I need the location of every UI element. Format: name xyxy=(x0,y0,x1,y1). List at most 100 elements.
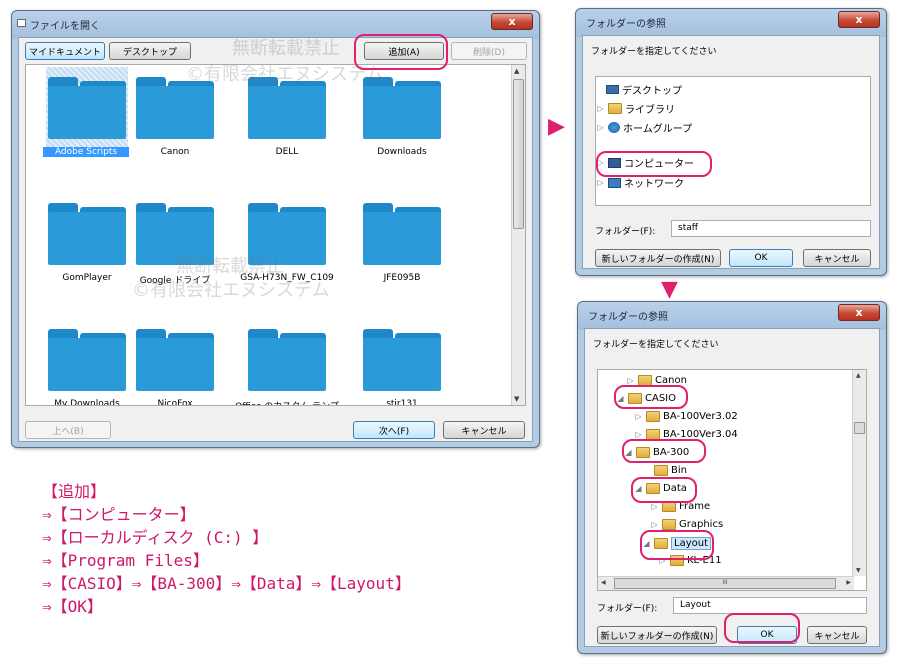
scroll-up-arrow[interactable]: ▲ xyxy=(856,372,861,379)
tree-item-label: Graphics xyxy=(679,519,724,530)
title-bar: フォルダーの参照 x xyxy=(576,9,886,35)
folder-label: Canon xyxy=(160,147,190,157)
layout-highlight xyxy=(640,530,714,560)
network-icon xyxy=(608,177,621,188)
scroll-thumb[interactable] xyxy=(513,79,524,229)
expand-icon[interactable]: ▷ xyxy=(634,430,643,439)
title-bar: フォルダーの参照 x xyxy=(578,302,886,328)
tree-item-label: ライブラリ xyxy=(625,105,675,116)
tree-item-label: BA-100Ver3.02 xyxy=(663,411,738,422)
new-folder-button[interactable]: 新しいフォルダーの作成(N) xyxy=(595,249,721,267)
tree-item-network[interactable]: ▷ ネットワーク xyxy=(596,175,684,190)
folder-label: stir131 xyxy=(386,399,418,406)
folder-label: DELL xyxy=(275,147,299,157)
place-my-documents-button[interactable]: マイドキュメント xyxy=(25,42,105,60)
folder-icon xyxy=(654,465,668,476)
folder-item[interactable]: JFE095B xyxy=(341,193,461,313)
close-button[interactable]: x xyxy=(491,13,533,30)
expand-icon[interactable]: ▷ xyxy=(596,104,605,113)
next-button[interactable]: 次へ(F) xyxy=(353,421,435,439)
prompt-text: フォルダーを指定してください xyxy=(593,340,719,350)
watermark: ©有限会社エヌシステム xyxy=(186,64,384,85)
tree-item-desktop[interactable]: デスクトップ xyxy=(606,82,682,97)
dialog-client: マイドキュメント デスクトップ 追加(A) 削除(D) Adobe Script… xyxy=(18,37,533,442)
scroll-thumb-horizontal[interactable]: III xyxy=(614,578,836,589)
folder-item[interactable]: Office のカスタム テンプレー xyxy=(226,319,346,405)
folder-label: Downloads xyxy=(377,147,427,157)
cancel-button[interactable]: キャンセル xyxy=(803,249,871,267)
scroll-right-arrow[interactable]: ▶ xyxy=(846,579,851,586)
dialog-title: フォルダーの参照 xyxy=(588,312,668,323)
folder-icon xyxy=(363,329,441,391)
folder-field-label: フォルダー(F): xyxy=(597,604,658,614)
place-desktop-button[interactable]: デスクトップ xyxy=(109,42,191,60)
new-folder-button[interactable]: 新しいフォルダーの作成(N) xyxy=(597,626,717,644)
expand-icon[interactable]: ▷ xyxy=(596,123,605,132)
folder-icon xyxy=(136,77,214,139)
instruction-line: ⇒【Program Files】 xyxy=(42,551,209,570)
casio-highlight xyxy=(614,385,688,409)
instructions: 【追加】 ⇒【コンピューター】 ⇒【ローカルディスク (C:) 】 ⇒【Prog… xyxy=(42,480,411,618)
close-button[interactable]: x xyxy=(838,304,880,321)
folder-field-label: フォルダー(F): xyxy=(595,227,656,237)
tree-item-label: デスクトップ xyxy=(622,86,682,97)
cancel-button[interactable]: キャンセル xyxy=(807,626,867,644)
folder-icon xyxy=(248,77,326,139)
instruction-line: ⇒【コンピューター】 xyxy=(42,505,196,524)
instruction-line: ⇒【CASIO】⇒【BA-300】⇒【Data】⇒【Layout】 xyxy=(42,574,411,593)
expand-icon[interactable]: ▷ xyxy=(634,412,643,421)
up-button[interactable]: 上へ(B) xyxy=(25,421,111,439)
folder-icon xyxy=(136,329,214,391)
folder-field[interactable]: Layout xyxy=(673,597,867,614)
scroll-down-arrow[interactable]: ▼ xyxy=(856,567,861,574)
folder-label: Office のカスタム テンプレー xyxy=(232,399,342,405)
scroll-thumb[interactable] xyxy=(854,422,865,434)
cancel-button[interactable]: キャンセル xyxy=(443,421,525,439)
expand-icon[interactable]: ▷ xyxy=(596,178,605,187)
folder-label: NicoFox xyxy=(157,399,193,406)
scroll-down-arrow[interactable]: ▼ xyxy=(514,395,519,403)
folder-item[interactable]: NicoFox xyxy=(114,319,234,406)
folder-icon xyxy=(662,519,676,530)
desktop-icon xyxy=(606,85,619,94)
folder-icon xyxy=(363,77,441,139)
instruction-line: ⇒【OK】 xyxy=(42,597,103,616)
ok-button[interactable]: OK xyxy=(729,249,793,267)
expand-icon[interactable]: ▷ xyxy=(650,502,659,511)
instruction-line: 【追加】 xyxy=(42,482,107,501)
tree-item[interactable]: ▷ BA-100Ver3.02 xyxy=(634,411,738,422)
watermark: 無断転載禁止 xyxy=(176,256,284,277)
folder-icon xyxy=(248,329,326,391)
down-arrow-icon: ▼ xyxy=(661,277,678,302)
folder-field[interactable]: staff xyxy=(671,220,871,237)
expand-icon[interactable]: ▷ xyxy=(626,376,635,385)
tree-item-label: ネットワーク xyxy=(624,179,684,190)
vertical-scrollbar[interactable]: ▲ ▼ xyxy=(511,65,525,405)
tree-item[interactable]: ▷ Graphics xyxy=(650,519,723,530)
folder-label: JFE095B xyxy=(383,273,421,283)
folder-view: Adobe Scripts Canon DELL Downloads GomPlayer… xyxy=(25,64,526,406)
homegroup-icon xyxy=(608,122,620,133)
tree-item[interactable]: Bin xyxy=(642,465,687,476)
tree-item-libraries[interactable]: ▷ ライブラリ xyxy=(596,101,675,116)
delete-button[interactable]: 削除(D) xyxy=(451,42,527,60)
library-icon xyxy=(608,103,622,114)
close-button[interactable]: x xyxy=(838,11,880,28)
ba300-highlight xyxy=(622,439,706,463)
dialog-client: フォルダーを指定してください ▷ Canon ◢ CASIO ▷ BA-100Ver3.0… xyxy=(584,328,880,647)
expand-icon[interactable]: ▷ xyxy=(650,520,659,529)
scroll-left-arrow[interactable]: ◀ xyxy=(601,579,606,586)
tree-item-label: Bin xyxy=(671,465,687,476)
dialog-title: フォルダーの参照 xyxy=(586,19,666,30)
horizontal-scrollbar[interactable]: ◀ III ▶ xyxy=(598,576,854,590)
folder-icon xyxy=(646,411,660,422)
folder-item[interactable]: stir131 xyxy=(341,319,461,406)
scroll-up-arrow[interactable]: ▲ xyxy=(514,67,519,75)
watermark: 無断転載禁止 xyxy=(232,38,340,59)
dialog-title: ファイルを開く xyxy=(30,21,100,32)
ok-highlight xyxy=(724,613,800,643)
instruction-line: ⇒【ローカルディスク (C:) 】 xyxy=(42,528,269,547)
vertical-scrollbar[interactable]: ▲ ▼ xyxy=(852,370,866,576)
tree-item-homegroup[interactable]: ▷ ホームグループ xyxy=(596,120,692,135)
data-highlight xyxy=(631,477,697,503)
